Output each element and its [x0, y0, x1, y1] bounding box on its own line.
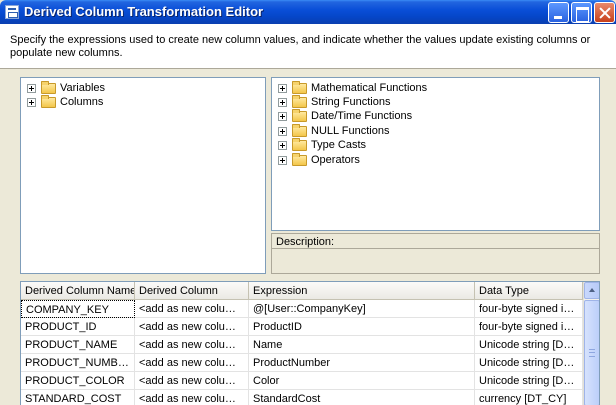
- header-panel: Specify the expressions used to create n…: [0, 24, 616, 69]
- grid-header: Derived Column Name Derived Column Expre…: [21, 282, 599, 300]
- folder-icon: [292, 153, 307, 166]
- folder-icon: [292, 124, 307, 137]
- table-row[interactable]: PRODUCT_COLOR <add as new column> Color …: [21, 372, 583, 390]
- data-type-cell[interactable]: Unicode string [DT_...: [475, 336, 583, 354]
- column-header-derived-column[interactable]: Derived Column: [135, 282, 249, 300]
- expression-cell[interactable]: StandardCost: [249, 390, 475, 405]
- derived-column-name-cell[interactable]: STANDARD_COST: [21, 390, 135, 405]
- description-label: Description:: [272, 234, 599, 249]
- close-button[interactable]: [594, 2, 615, 23]
- tree-item-label: Columns: [60, 96, 104, 108]
- expression-cell[interactable]: Color: [249, 372, 475, 390]
- window-title: Derived Column Transformation Editor: [24, 4, 264, 19]
- tree-item-label: Variables: [60, 82, 106, 94]
- derived-column-name-cell[interactable]: PRODUCT_NUMBER: [21, 354, 135, 372]
- header-description: Specify the expressions used to create n…: [10, 34, 591, 59]
- tree-item-label: Type Casts: [311, 139, 367, 151]
- folder-icon: [41, 95, 56, 108]
- variables-columns-tree[interactable]: Variables Columns: [20, 77, 266, 274]
- table-row[interactable]: COMPANY_KEY <add as new column> @[User::…: [21, 300, 583, 318]
- folder-icon: [41, 81, 56, 94]
- data-type-cell[interactable]: four-byte signed int...: [475, 318, 583, 336]
- expand-icon[interactable]: [278, 141, 287, 150]
- derived-column-name-cell[interactable]: COMPANY_KEY: [21, 300, 135, 318]
- derived-column-name-cell[interactable]: PRODUCT_NAME: [21, 336, 135, 354]
- tree-item-label: Operators: [311, 154, 360, 166]
- folder-icon: [292, 138, 307, 151]
- tree-item-label: Mathematical Functions: [311, 82, 428, 94]
- folder-icon: [292, 95, 307, 108]
- column-header-expression[interactable]: Expression: [249, 282, 475, 300]
- derived-column-cell[interactable]: <add as new column>: [135, 300, 249, 318]
- expression-cell[interactable]: @[User::CompanyKey]: [249, 300, 475, 318]
- tree-item-label: String Functions: [311, 96, 391, 108]
- derived-column-cell[interactable]: <add as new column>: [135, 390, 249, 405]
- column-header-data-type[interactable]: Data Type: [475, 282, 583, 300]
- expression-cell[interactable]: Name: [249, 336, 475, 354]
- data-type-cell[interactable]: Unicode string [DT_...: [475, 354, 583, 372]
- expand-icon[interactable]: [278, 98, 287, 107]
- derived-column-name-cell[interactable]: PRODUCT_ID: [21, 318, 135, 336]
- tree-item-label: NULL Functions: [311, 125, 390, 137]
- table-row[interactable]: PRODUCT_ID <add as new column> ProductID…: [21, 318, 583, 336]
- functions-tree[interactable]: Mathematical Functions String Functions …: [271, 77, 600, 231]
- expand-icon[interactable]: [27, 98, 36, 107]
- data-type-cell[interactable]: currency [DT_CY]: [475, 390, 583, 405]
- app-icon: [5, 5, 19, 19]
- derived-column-cell[interactable]: <add as new column>: [135, 336, 249, 354]
- data-type-cell[interactable]: Unicode string [DT_...: [475, 372, 583, 390]
- grid-vertical-scrollbar[interactable]: [583, 282, 599, 405]
- derived-column-cell[interactable]: <add as new column>: [135, 318, 249, 336]
- maximize-button[interactable]: [571, 2, 592, 23]
- derived-columns-grid[interactable]: Derived Column Name Derived Column Expre…: [20, 281, 600, 405]
- folder-icon: [292, 109, 307, 122]
- title-bar[interactable]: Derived Column Transformation Editor: [0, 0, 616, 24]
- derived-column-cell[interactable]: <add as new column>: [135, 372, 249, 390]
- derived-column-cell[interactable]: <add as new column>: [135, 354, 249, 372]
- tree-item-label: Date/Time Functions: [311, 110, 413, 122]
- derived-column-editor-window: Derived Column Transformation Editor Spe…: [0, 0, 616, 405]
- expand-icon[interactable]: [278, 84, 287, 93]
- table-row[interactable]: STANDARD_COST <add as new column> Standa…: [21, 390, 583, 405]
- derived-column-name-cell[interactable]: PRODUCT_COLOR: [21, 372, 135, 390]
- minimize-button[interactable]: [548, 2, 569, 23]
- expression-cell[interactable]: ProductID: [249, 318, 475, 336]
- expand-icon[interactable]: [278, 112, 287, 121]
- expression-cell[interactable]: ProductNumber: [249, 354, 475, 372]
- table-row[interactable]: PRODUCT_NUMBER <add as new column> Produ…: [21, 354, 583, 372]
- scroll-up-arrow-icon[interactable]: [584, 282, 599, 299]
- table-row[interactable]: PRODUCT_NAME <add as new column> Name Un…: [21, 336, 583, 354]
- expand-icon[interactable]: [278, 156, 287, 165]
- folder-icon: [292, 81, 307, 94]
- expand-icon[interactable]: [27, 84, 36, 93]
- description-panel: Description:: [271, 233, 600, 274]
- data-type-cell[interactable]: four-byte signed int...: [475, 300, 583, 318]
- column-header-derived-column-name[interactable]: Derived Column Name: [21, 282, 135, 300]
- scrollbar-thumb[interactable]: [584, 300, 599, 405]
- expand-icon[interactable]: [278, 127, 287, 136]
